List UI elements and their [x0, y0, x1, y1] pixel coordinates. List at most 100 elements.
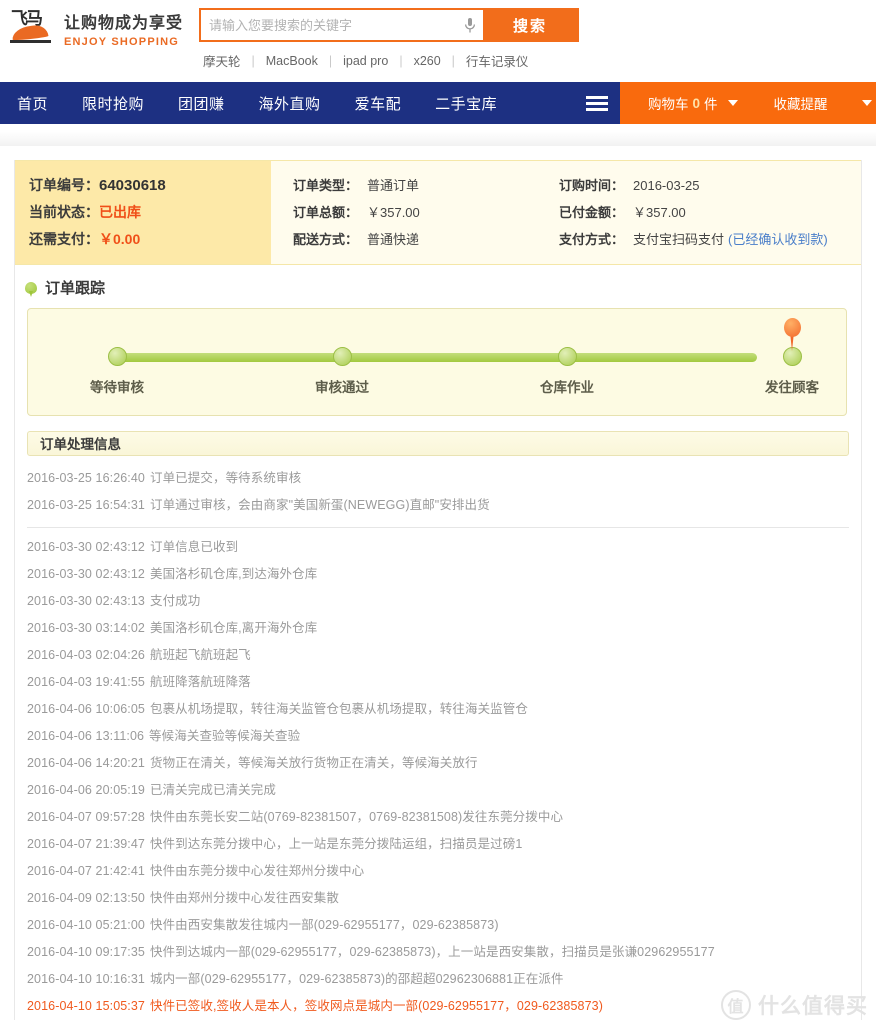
progress-node-0 — [108, 347, 127, 366]
nav-item-flash-sale[interactable]: 限时抢购 — [65, 82, 161, 124]
log-entry-time: 2016-04-03 02:04:26 — [27, 648, 145, 662]
logo-slogan-en: ENJOY SHOPPING — [64, 36, 180, 49]
log-entry: 2016-03-30 02:43:12 订单信息已收到 — [27, 534, 849, 561]
log-entry-text: 等候海关查验等候海关查验 — [149, 729, 301, 743]
log-entry-text: 美国洛杉矶仓库,离开海外仓库 — [149, 621, 318, 635]
log-entry-text: 订单通过审核，会由商家"美国新蛋(NEWEGG)直邮"安排出货 — [149, 498, 490, 512]
hot-separator: | — [251, 53, 255, 68]
log-entry-text: 航班起飞航班起飞 — [149, 648, 251, 662]
progress-label-2: 仓库作业 — [540, 380, 594, 395]
log-entry-text: 快件由郑州分拨中心发往西安集散 — [149, 891, 339, 905]
log-entry: 2016-03-30 02:43:12 美国洛杉矶仓库,到达海外仓库 — [27, 561, 849, 588]
order-number-label: 订单编号： — [29, 177, 99, 193]
chevron-down-icon[interactable] — [727, 100, 738, 106]
log-entry: 2016-03-25 16:26:40 订单已提交，等待系统审核 — [27, 465, 849, 492]
order-date-row: 订购时间： 2016-03-25 — [559, 172, 861, 199]
hot-keyword-2[interactable]: ipad pro — [343, 54, 388, 68]
hot-keywords: 摩天轮 | MacBook | ipad pro | x260 | 行车记录仪 — [199, 51, 579, 70]
log-entry-time: 2016-04-07 21:39:47 — [27, 837, 145, 851]
cart-label: 购物车 — [648, 97, 689, 112]
nav-item-second-hand[interactable]: 二手宝库 — [418, 82, 514, 124]
log-entry: 2016-04-09 02:13:50 快件由郑州分拨中心发往西安集散 — [27, 885, 849, 912]
main-navigation: 首页 限时抢购 团团赚 海外直购 爱车配 二手宝库 购物车 0 件 收藏提醒 — [0, 82, 876, 124]
nav-item-group-buy[interactable]: 团团赚 — [161, 82, 242, 124]
chevron-down-icon[interactable] — [861, 100, 872, 106]
amount-due-row: 还需支付： ￥0.00 — [29, 226, 271, 253]
order-tracking-title-text: 订单跟踪 — [45, 280, 106, 297]
search-button[interactable]: 搜索 — [483, 10, 577, 40]
search-input[interactable] — [201, 10, 457, 40]
site-logo[interactable]: 飞马 让购物成为享受 ENJOY SHOPPING — [8, 10, 183, 52]
payment-confirm-note: (已经确认收到款) — [728, 232, 828, 247]
order-summary-panel: 订单编号： 64030618 当前状态： 已出库 还需支付： ￥0.00 订单类… — [15, 160, 861, 265]
order-detail-page: 订单编号： 64030618 当前状态： 已出库 还需支付： ￥0.00 订单类… — [14, 160, 862, 1020]
log-entry-time: 2016-03-30 02:43:12 — [27, 567, 145, 581]
log-entry-text: 快件已签收,签收人是本人，签收网点是城内一部(029-62955177，029-… — [149, 999, 603, 1013]
nav-actions: 购物车 0 件 收藏提醒 — [620, 82, 876, 124]
nav-item-home[interactable]: 首页 — [0, 82, 65, 124]
order-status-row: 当前状态： 已出库 — [29, 199, 271, 226]
site-header: 飞马 让购物成为享受 ENJOY SHOPPING 搜索 摩天轮 | MacBo… — [0, 0, 876, 82]
hot-keyword-3[interactable]: x260 — [414, 54, 441, 68]
log-entry-time: 2016-04-09 02:13:50 — [27, 891, 145, 905]
microphone-icon[interactable] — [457, 10, 483, 40]
paid-amount-row: 已付金额： ￥357.00 — [559, 199, 861, 226]
paid-amount-label: 已付金额： — [559, 205, 625, 220]
log-entry-time: 2016-04-03 19:41:55 — [27, 675, 145, 689]
order-tracking-title: 订单跟踪 — [15, 265, 861, 306]
hot-separator: | — [451, 53, 455, 68]
progress-label-1: 审核通过 — [315, 380, 369, 395]
progress-rail — [117, 353, 757, 362]
log-entry: 2016-04-10 09:17:35 快件到达城内一部(029-62955177… — [27, 939, 849, 966]
log-entry: 2016-03-30 03:14:02 美国洛杉矶仓库,离开海外仓库 — [27, 615, 849, 642]
status-badge: 已出库 — [99, 204, 141, 220]
search-box: 搜索 — [199, 8, 579, 42]
nav-shadow-strip — [0, 124, 876, 146]
logo-mark-icon: 飞马 — [8, 10, 54, 52]
log-entry: 2016-04-06 13:11:06 等候海关查验等候海关查验 — [27, 723, 849, 750]
order-type-row: 订单类型： 普通订单 — [293, 172, 541, 199]
logo-underline — [10, 40, 51, 43]
log-entry: 2016-03-25 16:54:31 订单通过审核，会由商家"美国新蛋(NEWE… — [27, 492, 849, 528]
log-entry-text: 城内一部(029-62955177，029-62385873)的邵超超02962… — [149, 972, 564, 986]
hot-keyword-1[interactable]: MacBook — [266, 54, 318, 68]
shipping-method-value: 普通快递 — [367, 232, 420, 247]
nav-item-overseas[interactable]: 海外直购 — [242, 82, 338, 124]
log-entry-time: 2016-04-10 09:17:35 — [27, 945, 145, 959]
log-entry-text: 订单已提交，等待系统审核 — [149, 471, 302, 485]
favorites-label: 收藏提醒 — [773, 97, 828, 112]
log-entry-time: 2016-04-10 05:21:00 — [27, 918, 145, 932]
log-entry-text: 已清关完成已清关完成 — [149, 783, 276, 797]
hot-separator: | — [399, 53, 403, 68]
amount-due-label: 还需支付： — [29, 231, 99, 247]
progress-node-2 — [558, 347, 577, 366]
order-total-value: ￥357.00 — [367, 205, 420, 220]
hamburger-menu-icon[interactable] — [586, 82, 609, 124]
hot-keyword-4[interactable]: 行车记录仪 — [466, 51, 529, 70]
log-entry-time: 2016-03-30 02:43:13 — [27, 594, 145, 608]
nav-items: 首页 限时抢购 团团赚 海外直购 爱车配 二手宝库 — [0, 82, 620, 124]
log-entry-time: 2016-04-07 21:42:41 — [27, 864, 145, 878]
log-entry-time: 2016-03-30 02:43:12 — [27, 540, 145, 554]
order-summary-col-middle: 订单类型： 普通订单 订单总额： ￥357.00 配送方式： 普通快递 — [271, 161, 541, 264]
log-entry-time: 2016-04-10 10:16:31 — [27, 972, 145, 986]
order-type-value: 普通订单 — [367, 178, 420, 193]
order-total-label: 订单总额： — [293, 205, 359, 220]
log-entry-time: 2016-04-07 09:57:28 — [27, 810, 145, 824]
cart-count: 0 — [692, 95, 701, 111]
amount-due-value: ￥0.00 — [99, 231, 141, 247]
order-total-row: 订单总额： ￥357.00 — [293, 199, 541, 226]
log-entry-time: 2016-04-06 13:11:06 — [27, 729, 145, 743]
search-area: 搜索 摩天轮 | MacBook | ipad pro | x260 | 行车记… — [199, 8, 579, 70]
cart-button[interactable]: 购物车 0 件 — [620, 82, 752, 124]
log-entry-text: 订单信息已收到 — [149, 540, 239, 554]
favorites-button[interactable]: 收藏提醒 — [752, 82, 876, 124]
log-entry-text: 快件由西安集散发往城内一部(029-62955177，029-62385873) — [149, 918, 499, 932]
log-entry: 2016-04-03 19:41:55 航班降落航班降落 — [27, 669, 849, 696]
log-entry: 2016-04-06 14:20:21 货物正在清关，等候海关放行货物正在清关，等… — [27, 750, 849, 777]
log-entry: 2016-04-10 10:16:31 城内一部(029-62955177，029… — [27, 966, 849, 993]
nav-item-car-parts[interactable]: 爱车配 — [338, 82, 419, 124]
shipping-method-row: 配送方式： 普通快递 — [293, 226, 541, 253]
order-type-label: 订单类型： — [293, 178, 359, 193]
hot-keyword-0[interactable]: 摩天轮 — [203, 51, 241, 70]
